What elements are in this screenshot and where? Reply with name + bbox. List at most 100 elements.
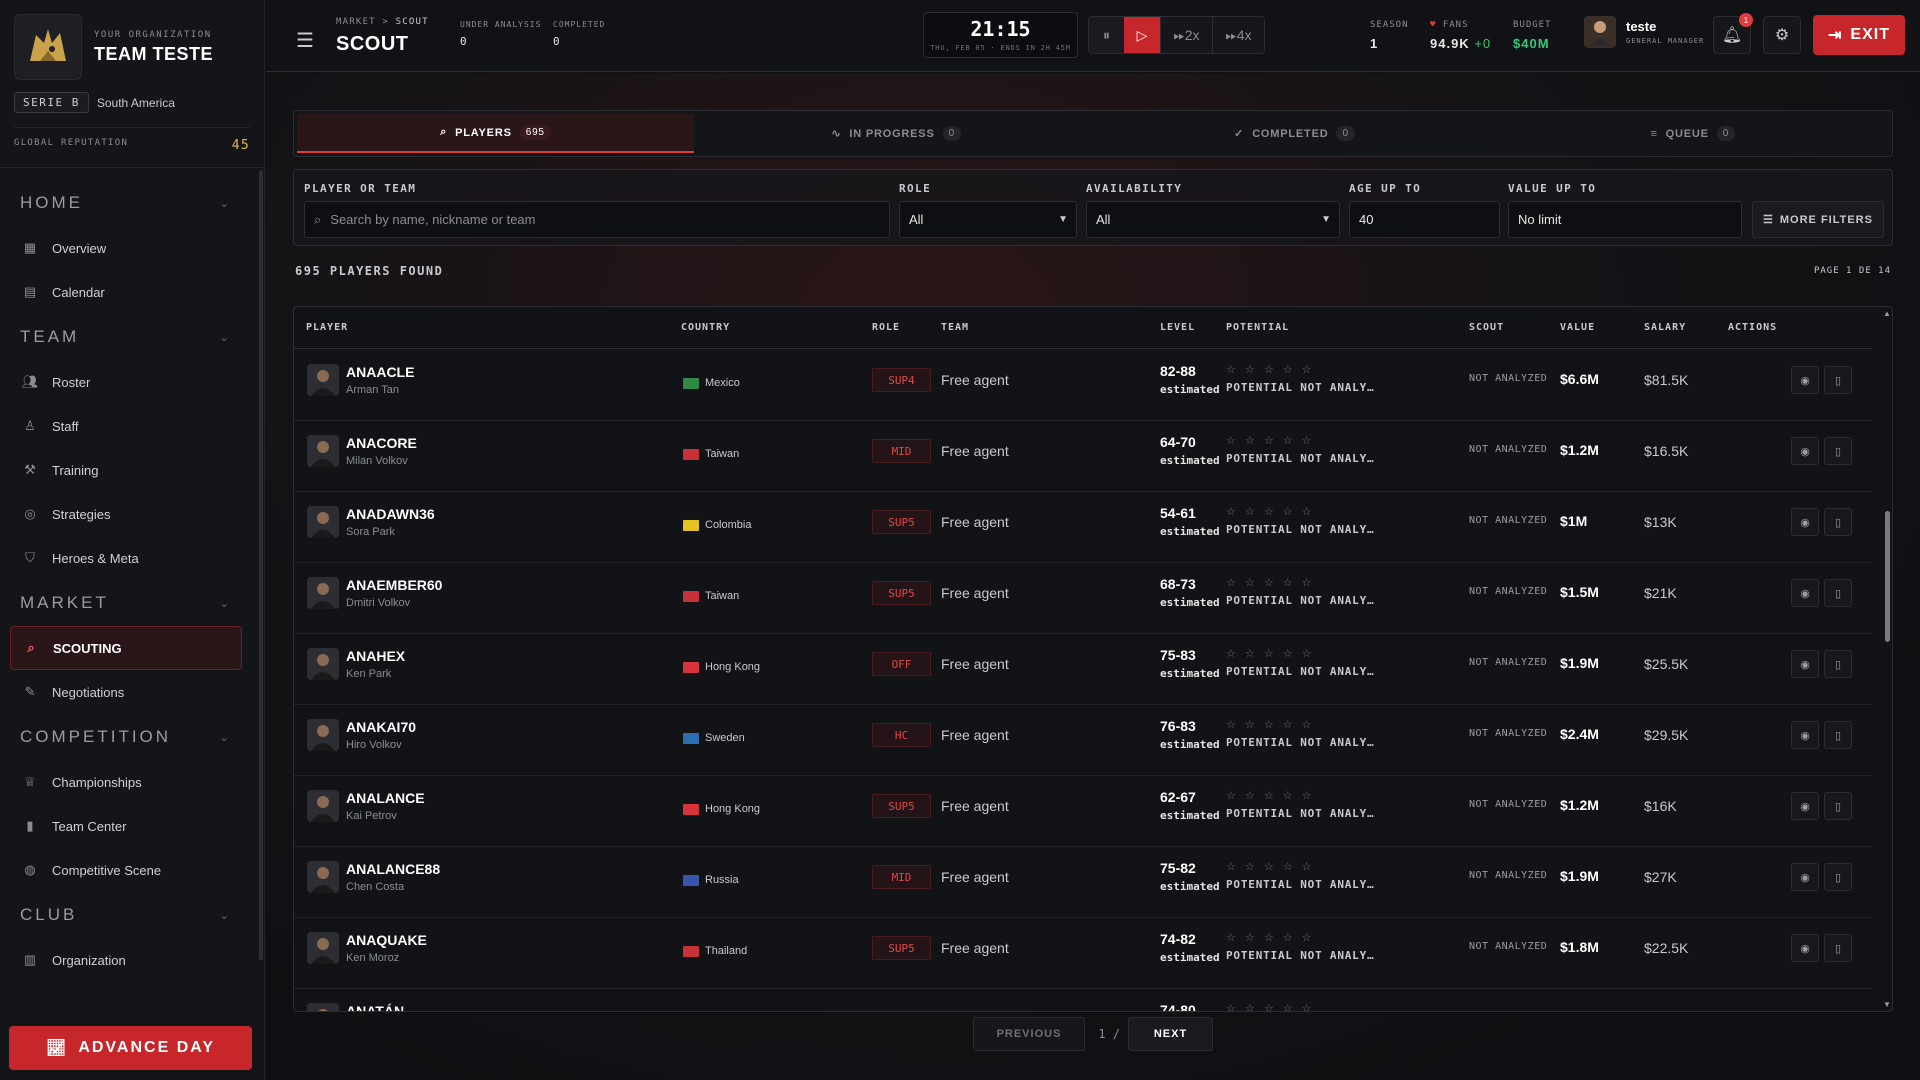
player-nickname[interactable]: ANALANCE <box>346 790 425 806</box>
player-nickname[interactable]: ANAQUAKE <box>346 932 427 948</box>
view-button[interactable]: ◉ <box>1791 863 1819 891</box>
table-row[interactable]: ANAEMBER60 Dmitri Volkov Taiwan SUP5 Free ag… <box>294 563 1872 634</box>
table-row[interactable]: ANADAWN36 Sora Park Colombia SUP5 Free agent… <box>294 492 1872 563</box>
sidebar-item-staff[interactable]: ♙ Staff <box>0 404 252 448</box>
value-input[interactable]: No limit <box>1508 201 1742 238</box>
availability-select[interactable]: All ▼ <box>1086 201 1340 238</box>
advance-day-button[interactable]: 📈︎ ADVANCE DAY <box>9 1026 252 1070</box>
player-nickname[interactable]: ANADAWN36 <box>346 506 435 522</box>
player-value: $1.2M <box>1560 797 1599 813</box>
col-role[interactable]: ROLE <box>872 322 900 333</box>
notifications-button[interactable]: 🔔︎ 1 <box>1713 13 1753 54</box>
bookmark-button[interactable]: ▯ <box>1824 579 1852 607</box>
view-button[interactable]: ◉ <box>1791 721 1819 749</box>
sidebar-item-overview[interactable]: ▦ Overview <box>0 226 252 270</box>
role-select[interactable]: All ▼ <box>899 201 1077 238</box>
stat-value: 1 <box>1370 36 1379 51</box>
nav-section-market[interactable]: MARKET ⌄ <box>0 580 252 626</box>
player-nickname[interactable]: ANAACLE <box>346 364 414 380</box>
player-nickname[interactable]: ANACORE <box>346 435 417 451</box>
col-value[interactable]: VALUE <box>1560 322 1595 333</box>
view-button[interactable]: ◉ <box>1791 437 1819 465</box>
sidebar-item-heroes-meta[interactable]: ⛉ Heroes & Meta <box>0 536 252 580</box>
scroll-up-icon[interactable]: ▲ <box>1883 309 1891 318</box>
sidebar-item-negotiations[interactable]: ✎ Negotiations <box>0 670 252 714</box>
table-row[interactable]: ANAACLE Arman Tan Mexico SUP4 Free agent 82-8… <box>294 350 1872 421</box>
settings-button[interactable]: ⚙ <box>1763 16 1801 54</box>
bookmark-button[interactable]: ▯ <box>1824 508 1852 536</box>
more-filters-button[interactable]: ☰ MORE FILTERS <box>1752 201 1884 238</box>
player-salary: $27K <box>1644 869 1677 885</box>
pause-button[interactable]: ⏸︎ <box>1089 17 1124 53</box>
nav-section-team[interactable]: TEAM ⌄ <box>0 314 252 360</box>
view-button[interactable]: ◉ <box>1791 792 1819 820</box>
col-level[interactable]: LEVEL <box>1160 322 1195 333</box>
view-button[interactable]: ◉ <box>1791 366 1819 394</box>
col-scout[interactable]: SCOUT <box>1469 322 1504 333</box>
player-nickname[interactable]: ANATÁN <box>346 1003 404 1011</box>
col-potential[interactable]: POTENTIAL <box>1226 322 1289 333</box>
sidebar-item-competitive-scene[interactable]: ◍ Competitive Scene <box>0 848 252 892</box>
sidebar-item-organization[interactable]: ▥ Organization <box>0 938 252 982</box>
age-input[interactable]: 40 <box>1349 201 1500 238</box>
next-page-button[interactable]: NEXT <box>1128 1017 1213 1051</box>
view-button[interactable]: ◉ <box>1791 650 1819 678</box>
user-profile[interactable]: teste GENERAL MANAGER <box>1584 16 1704 48</box>
table-row[interactable]: ANACORE Milan Volkov Taiwan MID Free agent 64… <box>294 421 1872 492</box>
speed-4x-button[interactable]: ⏩︎ 4x <box>1212 17 1264 53</box>
player-nickname[interactable]: ANALANCE88 <box>346 861 440 877</box>
nav-section-club[interactable]: CLUB ⌄ <box>0 892 252 938</box>
exit-button[interactable]: ⇥ EXIT <box>1813 15 1905 55</box>
nav-section-competition[interactable]: COMPETITION ⌄ <box>0 714 252 760</box>
sidebar-item-calendar[interactable]: ▤ Calendar <box>0 270 252 314</box>
sidebar-item-scouting[interactable]: ⌕ Scouting <box>10 626 242 670</box>
bookmark-button[interactable]: ▯ <box>1824 934 1852 962</box>
table-row[interactable]: ANAKAI70 Hiro Volkov Sweden HC Free agent 76-… <box>294 705 1872 776</box>
sidebar-item-team-center[interactable]: ▮ Team Center <box>0 804 252 848</box>
table-scrollbar[interactable]: ▲ ▼ <box>1881 307 1892 1011</box>
player-nickname[interactable]: ANAHEX <box>346 648 405 664</box>
view-button[interactable]: ◉ <box>1791 508 1819 536</box>
view-button[interactable]: ◉ <box>1791 579 1819 607</box>
tab-in-progress[interactable]: ∿ IN PROGRESS 0 <box>697 111 1095 156</box>
view-button[interactable]: ◉ <box>1791 934 1819 962</box>
tab-completed[interactable]: ✓ COMPLETED 0 <box>1095 111 1493 156</box>
table-row[interactable]: ANAQUAKE Ken Moroz Thailand SUP5 Free agent 7… <box>294 918 1872 989</box>
breadcrumb-parent[interactable]: MARKET <box>336 17 376 27</box>
bookmark-button[interactable]: ▯ <box>1824 792 1852 820</box>
bookmark-button[interactable]: ▯ <box>1824 863 1852 891</box>
scroll-down-icon[interactable]: ▼ <box>1883 1000 1891 1009</box>
col-player[interactable]: PLAYER <box>306 322 348 333</box>
player-name: Sora Park <box>346 526 395 538</box>
sidebar-item-roster[interactable]: 👥︎ Roster <box>0 360 252 404</box>
bookmark-button[interactable]: ▯ <box>1824 721 1852 749</box>
potential-note: POTENTIAL NOT ANALY… <box>1226 807 1375 820</box>
col-salary[interactable]: SALARY <box>1644 322 1686 333</box>
table-row[interactable]: ANAHEX Ken Park Hong Kong OFF Free agent 75-8… <box>294 634 1872 705</box>
table-row[interactable]: ANALANCE Kai Petrov Hong Kong SUP5 Free agen… <box>294 776 1872 847</box>
tab-players[interactable]: ⌕ PLAYERS 695 <box>297 114 694 153</box>
bookmark-button[interactable]: ▯ <box>1824 366 1852 394</box>
fans-value: 94.9K <box>1430 36 1470 51</box>
sidebar-scrollbar[interactable] <box>259 170 263 960</box>
menu-icon[interactable]: ☰ <box>296 28 314 53</box>
sidebar-item-championships[interactable]: ♕ Championships <box>0 760 252 804</box>
previous-page-button[interactable]: PREVIOUS <box>973 1017 1085 1051</box>
sidebar-item-training[interactable]: ⚒ Training <box>0 448 252 492</box>
speed-2x-button[interactable]: ⏩︎ 2x <box>1160 17 1212 53</box>
nav-section-home[interactable]: HOME ⌄ <box>0 180 252 226</box>
table-row[interactable]: ANALANCE88 Chen Costa Russia MID Free agent 7… <box>294 847 1872 918</box>
col-country[interactable]: COUNTRY <box>681 322 730 333</box>
table-row[interactable]: ANATÁN 74-80 ☆ ☆ ☆ ☆ ☆ <box>294 989 1872 1011</box>
play-button[interactable]: ▷ <box>1124 17 1160 53</box>
sidebar-item-strategies[interactable]: ◎ Strategies <box>0 492 252 536</box>
building-icon: ▥ <box>23 952 37 967</box>
bookmark-button[interactable]: ▯ <box>1824 437 1852 465</box>
player-nickname[interactable]: ANAEMBER60 <box>346 577 442 593</box>
player-nickname[interactable]: ANAKAI70 <box>346 719 416 735</box>
tab-queue[interactable]: ≡ QUEUE 0 <box>1494 111 1892 156</box>
col-team[interactable]: TEAM <box>941 322 969 333</box>
search-input[interactable]: ⌕ Search by name, nickname or team <box>304 201 890 238</box>
bookmark-button[interactable]: ▯ <box>1824 650 1852 678</box>
scrollbar-thumb[interactable] <box>1885 511 1890 642</box>
